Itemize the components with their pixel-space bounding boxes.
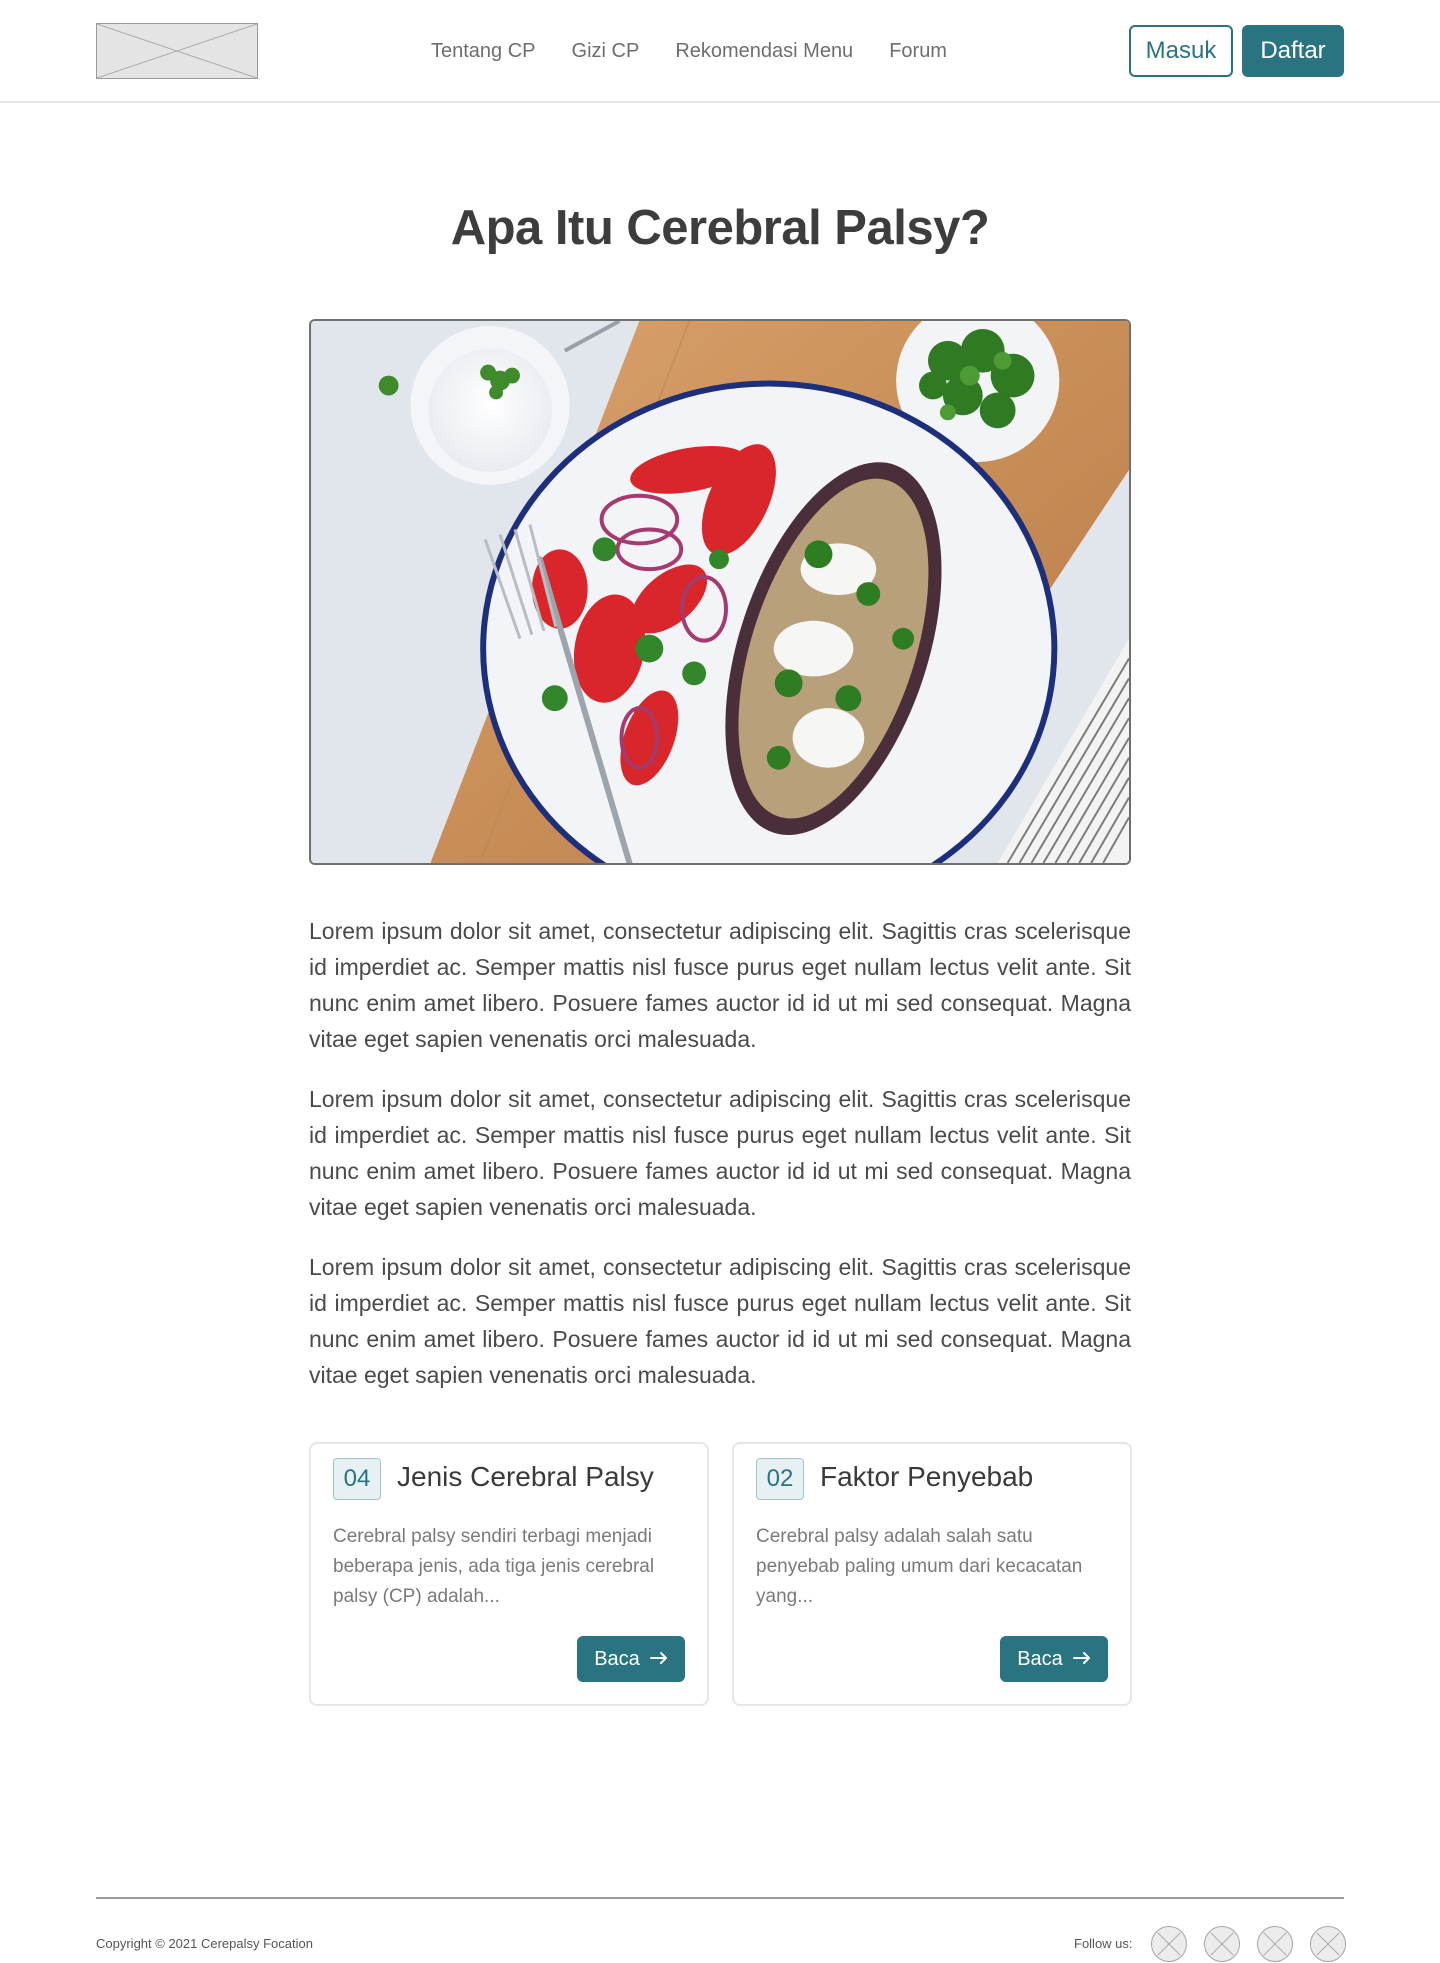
card-number-badge: 02 [756,1458,804,1500]
nav-link-gizi-cp[interactable]: Gizi CP [572,37,640,65]
social-icon-placeholder[interactable] [1257,1926,1293,1962]
article-paragraph: Lorem ipsum dolor sit amet, consectetur … [309,1254,1131,1388]
read-button[interactable]: Baca [577,1636,685,1682]
card-description: Cerebral palsy sendiri terbagi menjadi b… [333,1526,655,1607]
card-title: Jenis Cerebral Palsy [397,1461,654,1492]
hero-image [309,319,1131,865]
follow-us-label: Follow us: [1074,1936,1133,1951]
social-icon-placeholder[interactable] [1310,1926,1346,1962]
arrow-right-icon [1072,1648,1091,1671]
card-description: Cerebral palsy adalah salah satu penyeba… [756,1526,1083,1607]
card-faktor-penyebab: 02 Faktor Penyebab Cerebral palsy adalah… [732,1442,1132,1706]
main-nav: Tentang CP Gizi CP Rekomendasi Menu Foru… [431,37,947,65]
article-paragraph: Lorem ipsum dolor sit amet, consectetur … [309,918,1131,1052]
site-header: Tentang CP Gizi CP Rekomendasi Menu Foru… [0,0,1440,103]
social-icon-placeholder[interactable] [1204,1926,1240,1962]
footer-divider [96,1897,1344,1899]
card-jenis-cerebral-palsy: 04 Jenis Cerebral Palsy Cerebral palsy s… [309,1442,709,1706]
article-body: Lorem ipsum dolor sit amet, consectetur … [309,913,1131,1417]
login-button[interactable]: Masuk [1129,25,1233,77]
nav-link-rekomendasi-menu[interactable]: Rekomendasi Menu [675,37,853,65]
arrow-right-icon [649,1648,668,1671]
card-number-badge: 04 [333,1458,381,1500]
register-button[interactable]: Daftar [1242,25,1344,77]
social-icon-placeholder[interactable] [1151,1926,1187,1962]
read-button-label: Baca [594,1647,640,1670]
nav-link-tentang-cp[interactable]: Tentang CP [431,37,536,65]
card-title: Faktor Penyebab [820,1461,1034,1492]
read-button-label: Baca [1017,1647,1063,1670]
copyright-text: Copyright © 2021 Cerepalsy Focation [96,1936,313,1951]
article-paragraph: Lorem ipsum dolor sit amet, consectetur … [309,1086,1131,1220]
page-title: Apa Itu Cerebral Palsy? [450,201,990,255]
nav-link-forum[interactable]: Forum [889,37,947,65]
social-links [1151,1926,1346,1962]
read-button[interactable]: Baca [1000,1636,1108,1682]
logo-placeholder[interactable] [96,23,258,79]
